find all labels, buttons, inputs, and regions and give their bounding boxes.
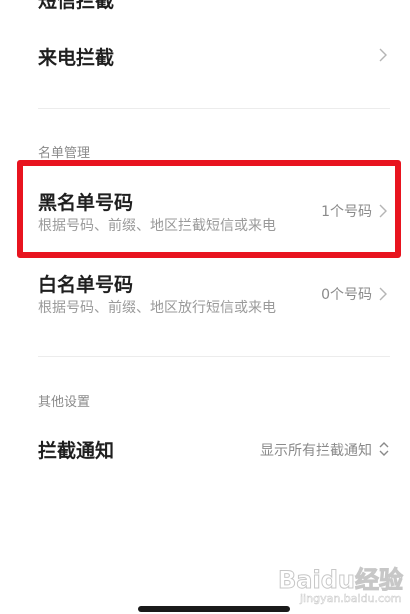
call-block-title: 来电拦截 bbox=[38, 47, 115, 69]
chevron-right-icon bbox=[379, 204, 387, 218]
section-label-other-settings: 其他设置 bbox=[38, 395, 91, 410]
call-block-row[interactable]: 来电拦截 bbox=[0, 30, 410, 80]
whitelist-count: 0个号码 bbox=[321, 287, 372, 303]
block-notification-row[interactable]: 拦截通知 显示所有拦截通知 bbox=[0, 424, 410, 472]
whitelist-row[interactable]: 白名单号码 根据号码、前缀、地区放行短信或来电 0个号码 bbox=[0, 264, 410, 326]
watermark-domain: jingyan.baidu.com bbox=[300, 592, 402, 606]
chevron-right-icon bbox=[379, 287, 387, 301]
watermark-brand: Baidu经验 bbox=[278, 566, 404, 595]
blacklist-subtitle: 根据号码、前缀、地区拦截短信或来电 bbox=[38, 218, 276, 234]
settings-screen: 短信拦截 来电拦截 名单管理 黑名单号码 根据号码、前缀、地区拦截短信或来电 1… bbox=[0, 0, 410, 614]
blacklist-count: 1个号码 bbox=[321, 204, 372, 220]
sms-block-title-cut[interactable]: 短信拦截 bbox=[38, 0, 114, 13]
divider bbox=[38, 356, 390, 357]
block-notification-title: 拦截通知 bbox=[38, 440, 115, 462]
home-indicator[interactable] bbox=[138, 606, 290, 612]
divider bbox=[38, 108, 390, 109]
section-label-list-management: 名单管理 bbox=[38, 146, 91, 161]
blacklist-row[interactable]: 黑名单号码 根据号码、前缀、地区拦截短信或来电 1个号码 bbox=[0, 180, 410, 242]
baidu-watermark: Baidu经验 jingyan.baidu.com bbox=[278, 560, 406, 610]
whitelist-subtitle: 根据号码、前缀、地区放行短信或来电 bbox=[38, 300, 276, 316]
chevron-right-icon bbox=[379, 48, 387, 62]
blacklist-title: 黑名单号码 bbox=[38, 192, 134, 214]
whitelist-title: 白名单号码 bbox=[38, 274, 134, 296]
block-notification-value: 显示所有拦截通知 bbox=[260, 443, 372, 459]
chevron-up-down-icon bbox=[379, 442, 389, 456]
